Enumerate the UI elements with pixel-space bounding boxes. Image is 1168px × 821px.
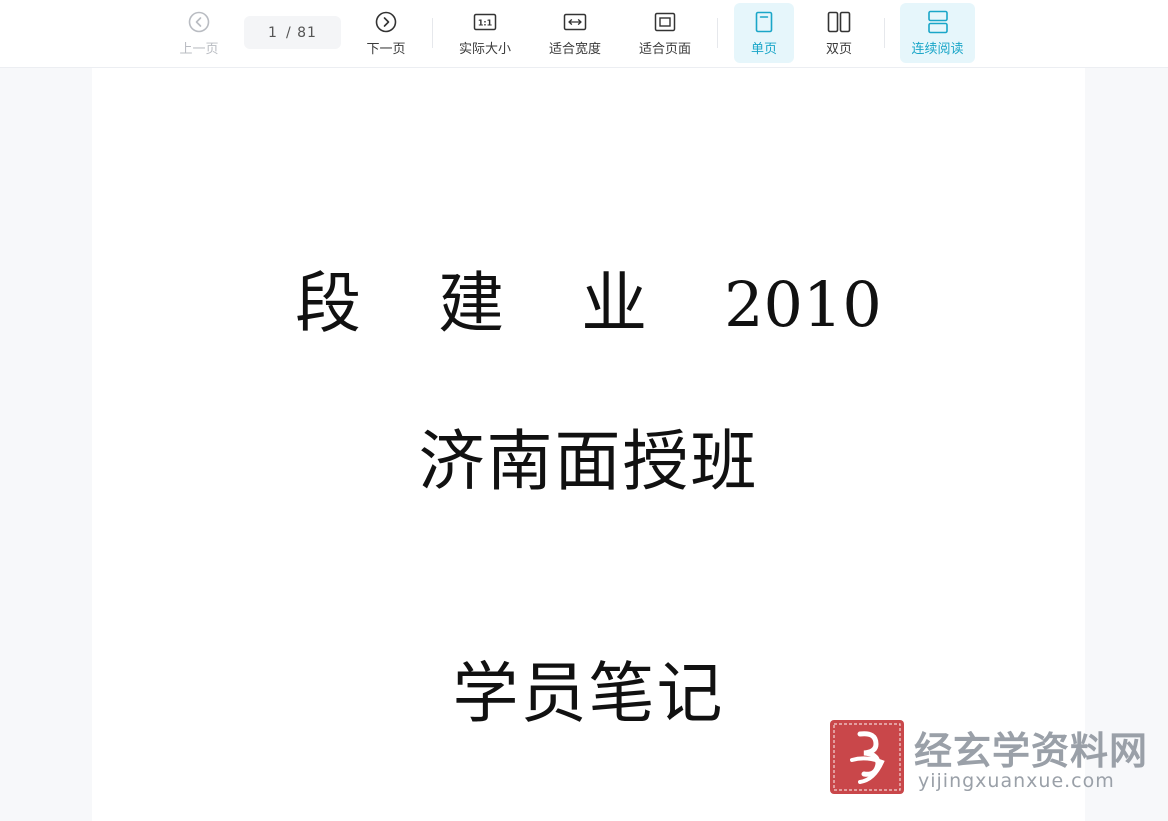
double-page-button[interactable]: 双页: [809, 3, 869, 63]
chevron-left-circle-icon: [187, 10, 211, 34]
continuous-read-icon: [926, 10, 950, 34]
fit-width-button[interactable]: 适合宽度: [540, 3, 610, 63]
actual-size-icon: 1:1: [473, 10, 497, 34]
cover-author: 段 建 业: [295, 265, 676, 342]
actual-size-icon-text: 1:1: [478, 18, 493, 27]
double-page-label: 双页: [825, 41, 852, 57]
continuous-read-label: 连续阅读: [911, 41, 964, 57]
fit-page-icon: [653, 10, 677, 34]
single-page-icon: [752, 10, 776, 34]
fit-page-button[interactable]: 适合页面: [630, 3, 700, 63]
watermark-site-name: 经玄学资料网: [914, 729, 1149, 773]
prev-page-button[interactable]: 上一页: [170, 3, 228, 63]
page-indicator[interactable]: 1 / 81: [244, 16, 341, 49]
viewer-toolbar: 上一页 1 / 81 下一页 1:1 实际大小 适合宽度 适合页面 单页 双页 …: [0, 0, 1168, 68]
cover-title-line-2: 济南面授班: [418, 423, 759, 500]
fit-page-label: 适合页面: [638, 41, 691, 57]
page-total: / 81: [285, 24, 317, 41]
double-page-icon: [827, 10, 851, 34]
chevron-right-circle-icon: [374, 10, 398, 34]
next-page-button[interactable]: 下一页: [357, 3, 415, 63]
site-watermark: 经玄学资料网 yijingxuanxue.com: [828, 718, 1148, 796]
fit-width-label: 适合宽度: [548, 41, 601, 57]
document-viewer[interactable]: 段 建 业 2010 济南面授班 学员笔记: [0, 68, 1168, 821]
toolbar-divider: [884, 18, 885, 48]
fit-width-icon: [563, 10, 587, 34]
toolbar-divider: [717, 18, 718, 48]
document-page: 段 建 业 2010 济南面授班 学员笔记: [92, 68, 1085, 821]
toolbar-divider: [432, 18, 433, 48]
cover-year: 2010: [724, 268, 882, 341]
actual-size-button[interactable]: 1:1 实际大小: [450, 3, 520, 63]
single-page-label: 单页: [750, 41, 777, 57]
prev-page-label: 上一页: [179, 41, 219, 57]
cover-title-line-1: 段 建 业 2010: [92, 250, 1085, 346]
seal-logo-icon: [830, 720, 904, 794]
actual-size-label: 实际大小: [458, 41, 511, 57]
continuous-read-button[interactable]: 连续阅读: [900, 3, 975, 63]
next-page-label: 下一页: [366, 41, 406, 57]
page-current: 1: [268, 24, 278, 41]
single-page-button[interactable]: 单页: [734, 3, 794, 63]
watermark-site-url: yijingxuanxue.com: [918, 770, 1115, 792]
